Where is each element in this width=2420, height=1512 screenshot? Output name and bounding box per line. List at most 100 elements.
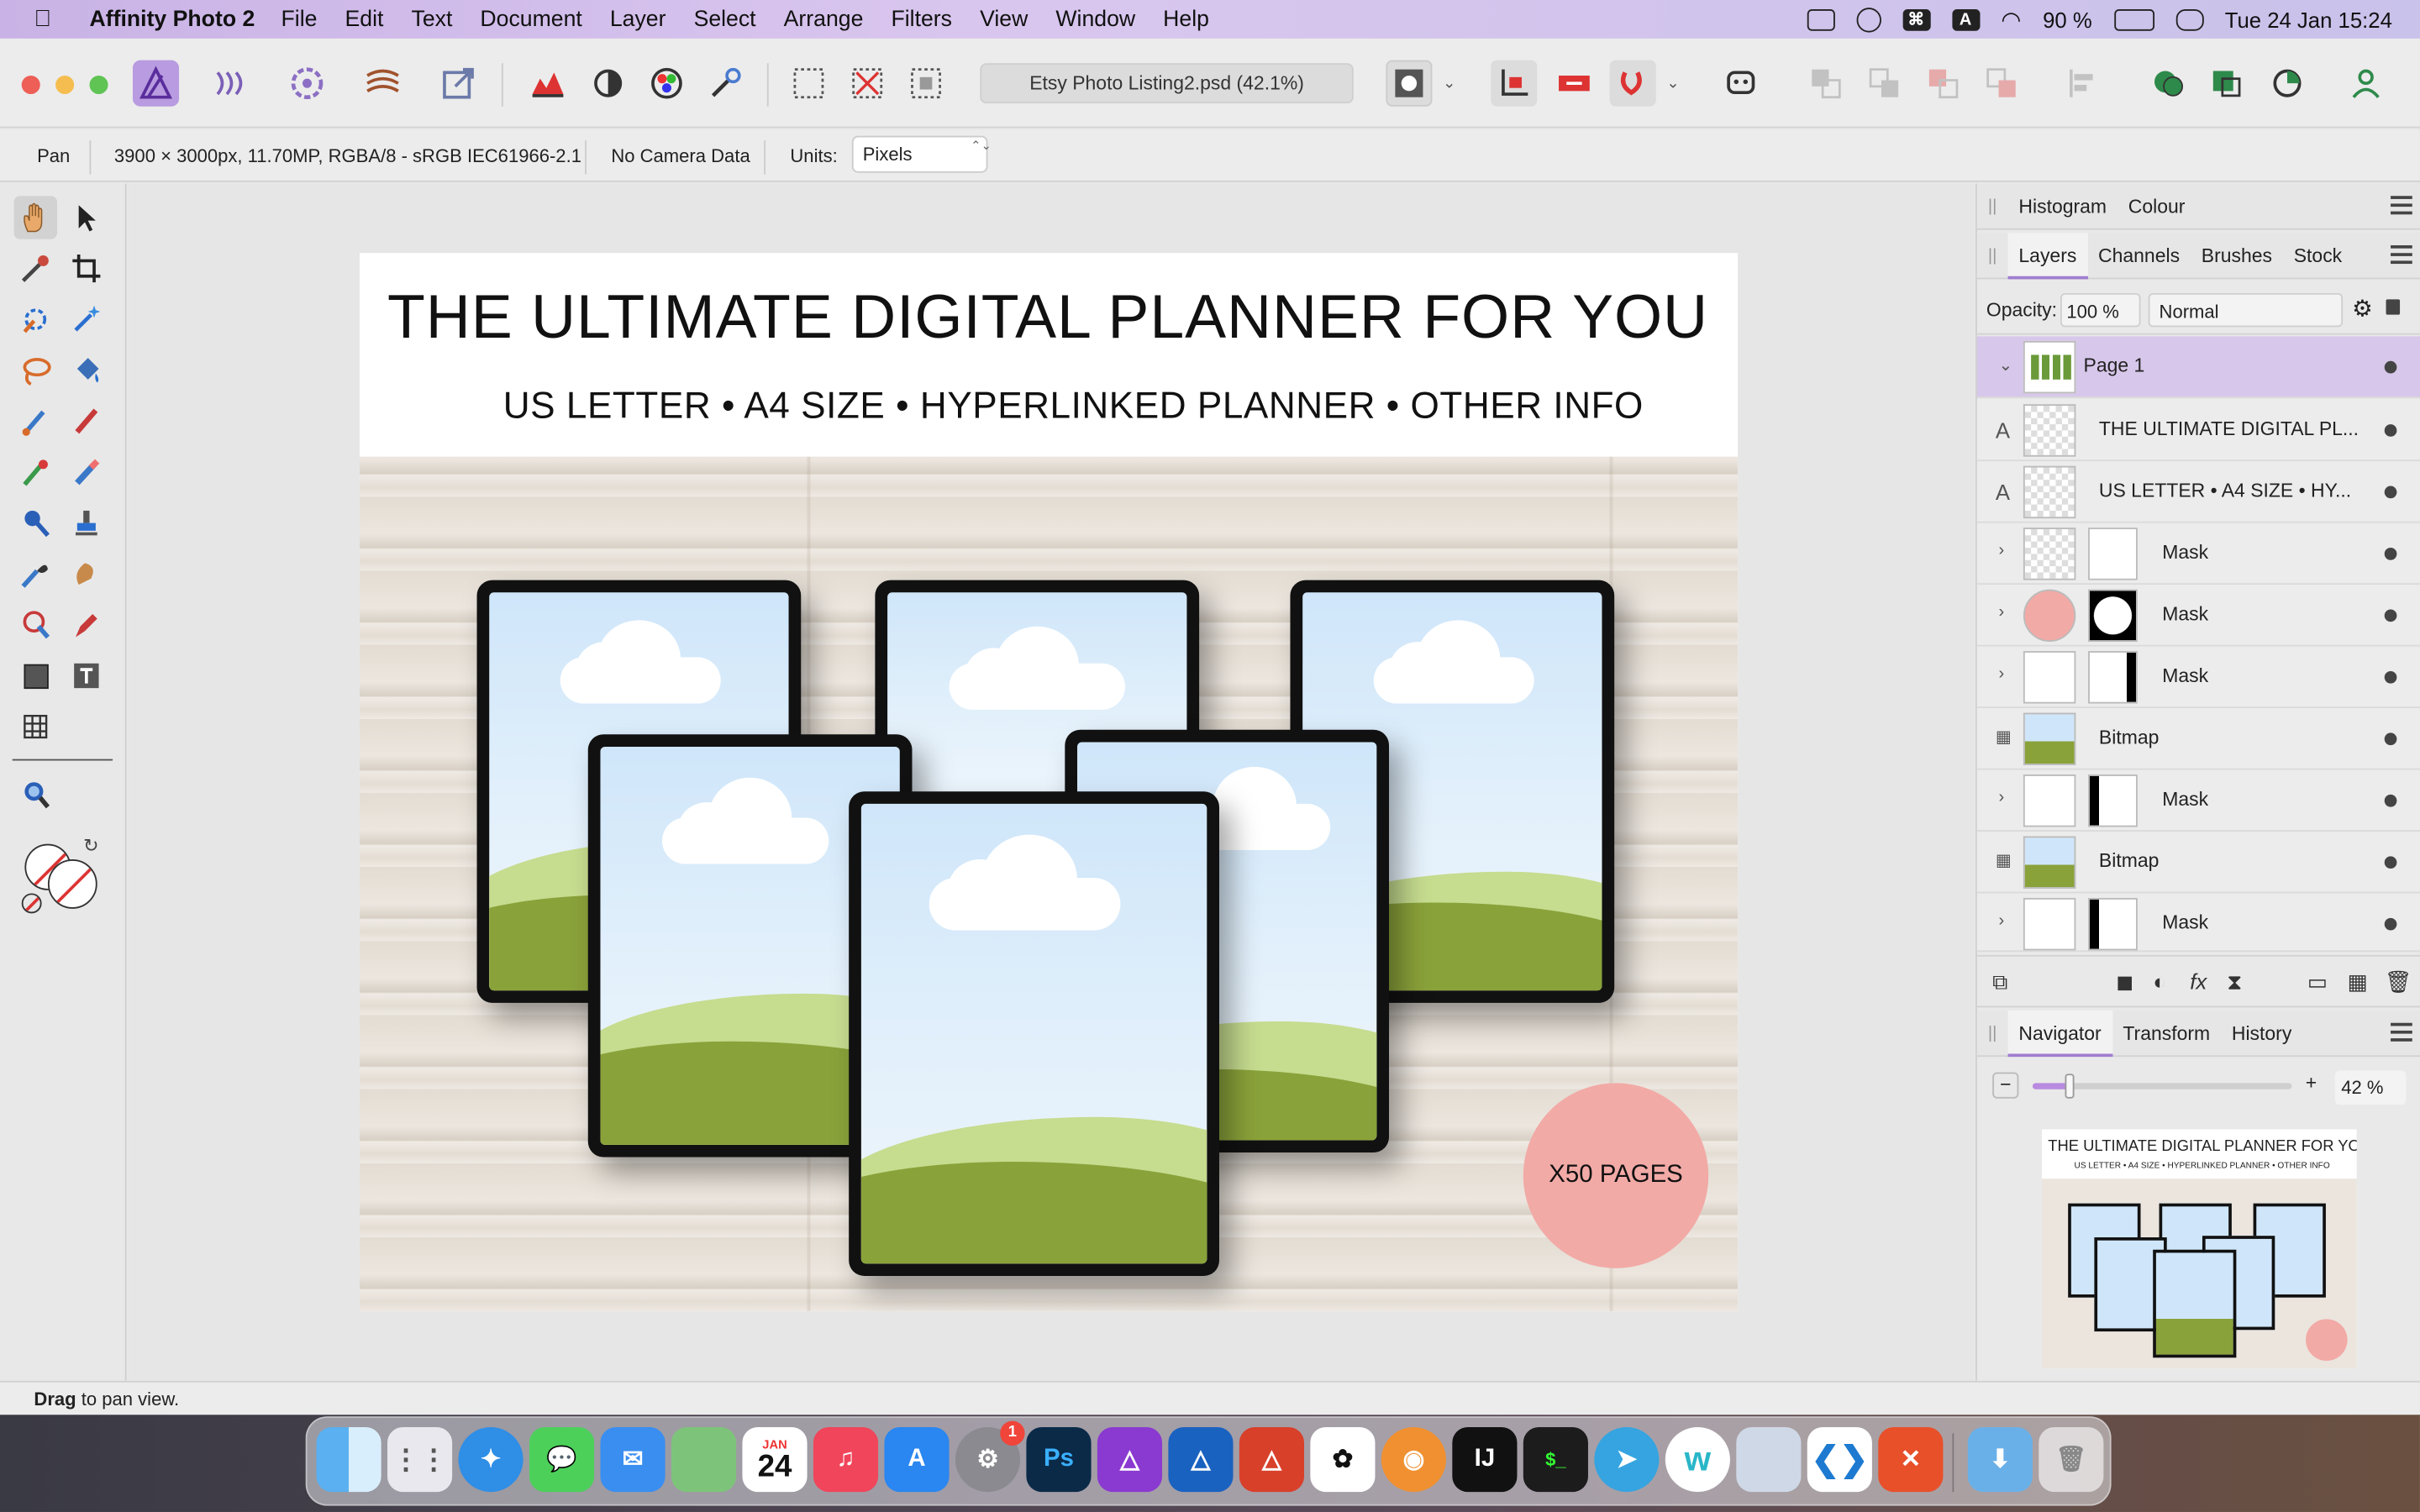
menu-layer[interactable]: Layer <box>610 7 666 31</box>
menu-text[interactable]: Text <box>412 7 453 31</box>
maximize-window-button[interactable] <box>89 75 108 95</box>
mesh-warp-tool-icon[interactable] <box>14 705 57 748</box>
crop-tool-icon[interactable] <box>65 247 108 290</box>
tab-histogram[interactable]: Histogram <box>2008 183 2118 229</box>
auto-contrast-icon[interactable] <box>585 60 631 107</box>
text-tool-icon[interactable] <box>65 654 108 697</box>
blend-mode-select[interactable]: Normal <box>2148 292 2344 328</box>
layer-row[interactable]: › Mask <box>1976 769 2420 832</box>
zoom-out-button[interactable]: − <box>1992 1072 2019 1099</box>
layer-row[interactable]: ▦ Bitmap <box>1976 708 2420 770</box>
auto-white-balance-icon[interactable] <box>702 60 749 107</box>
chatgpt-icon[interactable]: ✿ <box>1310 1426 1376 1493</box>
tab-navigator[interactable]: Navigator <box>2007 1010 2112 1057</box>
arrange-forward-icon[interactable] <box>1920 60 1966 107</box>
align-icon[interactable] <box>2060 60 2107 107</box>
app-menu[interactable]: Affinity Photo 2 <box>90 7 255 31</box>
boolean-add-icon[interactable] <box>2145 60 2191 107</box>
group-icon[interactable]: ▭ <box>2307 969 2328 995</box>
menu-help[interactable]: Help <box>1163 7 1209 31</box>
layer-duplicate-icon[interactable]: ⧉ <box>1992 969 2007 995</box>
music-icon[interactable]: ♫ <box>813 1426 879 1493</box>
remote-desktop-icon[interactable]: ✕ <box>1878 1426 1944 1493</box>
arrange-back-icon[interactable] <box>1802 60 1849 107</box>
live-filter-icon[interactable]: ⧗ <box>2227 969 2242 995</box>
visibility-dot[interactable] <box>2384 609 2397 622</box>
preview-icon[interactable] <box>1736 1426 1802 1493</box>
zoom-slider-knob[interactable] <box>2065 1074 2075 1099</box>
visibility-dot[interactable] <box>2384 794 2397 807</box>
tab-stock[interactable]: Stock <box>2283 232 2353 278</box>
no-colour-icon[interactable] <box>21 893 42 914</box>
export-persona-icon[interactable] <box>435 60 481 107</box>
layer-settings-icon[interactable]: ⚙ <box>2352 295 2373 323</box>
photoshop-icon[interactable]: Ps <box>1026 1426 1092 1493</box>
force-pixel-alignment-icon[interactable] <box>1551 60 1597 107</box>
zoom-tool-icon[interactable] <box>14 773 57 816</box>
flood-select-tool-icon[interactable] <box>65 297 108 340</box>
smudge-brush-tool-icon[interactable] <box>14 553 57 596</box>
boolean-intersect-icon[interactable] <box>2264 60 2310 107</box>
rectangle-tool-icon[interactable] <box>14 654 57 697</box>
background-colour-swatch[interactable] <box>47 859 97 909</box>
minimize-window-button[interactable] <box>55 75 75 95</box>
vscode-icon[interactable]: ❮❯ <box>1807 1426 1872 1493</box>
apple-menu-icon[interactable]:  <box>34 6 65 32</box>
invert-selection-icon[interactable] <box>902 60 949 107</box>
move-tool-icon[interactable] <box>65 196 108 239</box>
freehand-selection-tool-icon[interactable] <box>14 349 57 391</box>
tab-history[interactable]: History <box>2221 1010 2302 1056</box>
menu-select[interactable]: Select <box>694 7 756 31</box>
stamp-tool-icon[interactable] <box>65 501 108 544</box>
quick-mask-icon[interactable] <box>1386 60 1433 107</box>
layer-row[interactable]: › Mask <box>1976 585 2420 647</box>
affinity-publisher-icon[interactable]: △ <box>1239 1426 1305 1493</box>
visibility-dot[interactable] <box>2384 424 2397 437</box>
app-store-icon[interactable]: A <box>884 1426 950 1493</box>
lock-icon[interactable] <box>2386 299 2401 315</box>
snapping-dropdown[interactable]: ⌄ <box>1658 60 1689 107</box>
colour-picker-tool-icon[interactable] <box>14 247 57 290</box>
input-source-icon[interactable]: A <box>1951 8 1980 30</box>
tab-colour[interactable]: Colour <box>2118 183 2196 229</box>
layer-row[interactable]: › Mask <box>1976 893 2420 953</box>
boolean-subtract-icon[interactable] <box>2204 60 2250 107</box>
quick-mask-dropdown[interactable]: ⌄ <box>1434 60 1465 107</box>
fill-tool-icon[interactable] <box>65 349 108 391</box>
tone-mapping-persona-icon[interactable] <box>360 60 406 107</box>
telegram-icon[interactable]: ➤ <box>1594 1426 1660 1493</box>
document-canvas[interactable]: THE ULTIMATE DIGITAL PLANNER FOR YOU US … <box>359 253 1739 1312</box>
account-icon[interactable] <box>2343 60 2389 107</box>
command-icon[interactable]: ⌘ <box>1902 8 1930 30</box>
expand-icon[interactable]: › <box>1999 911 2005 930</box>
wifi-icon[interactable]: ◠ <box>2001 5 2021 33</box>
intellij-icon[interactable]: IJ <box>1452 1426 1518 1493</box>
menu-filters[interactable]: Filters <box>891 7 952 31</box>
snapping-magnet-icon[interactable] <box>1609 60 1656 107</box>
zoom-slider[interactable] <box>2032 1074 2292 1099</box>
clock[interactable]: Tue 24 Jan 15:24 <box>2225 7 2392 31</box>
visibility-dot[interactable] <box>2384 670 2397 684</box>
panel-menu-icon[interactable] <box>2391 196 2412 215</box>
affinity-designer-icon[interactable]: △ <box>1168 1426 1234 1493</box>
maps-icon[interactable] <box>671 1426 737 1493</box>
clone-brush-tool-icon[interactable] <box>14 450 57 493</box>
downloads-folder-icon[interactable]: ⬇ <box>1967 1426 2033 1493</box>
visibility-dot[interactable] <box>2384 486 2397 499</box>
pixel-layer-add-icon[interactable]: ▦ <box>2348 969 2368 995</box>
arrange-front-icon[interactable] <box>1979 60 2025 107</box>
finder-icon[interactable] <box>316 1426 381 1493</box>
messages-icon[interactable]: 💬 <box>529 1426 595 1493</box>
tab-layers[interactable]: Layers <box>2007 232 2088 279</box>
navigator-preview[interactable]: THE ULTIMATE DIGITAL PLANNER FOR YOU US … <box>2041 1129 2357 1369</box>
control-center-icon[interactable] <box>2175 8 2203 30</box>
webstorm-icon[interactable]: w <box>1665 1426 1730 1493</box>
photo-persona-icon[interactable] <box>132 60 180 107</box>
expand-icon[interactable]: › <box>1999 603 2005 622</box>
tab-channels[interactable]: Channels <box>2087 232 2191 278</box>
safari-icon[interactable]: ✦ <box>458 1426 523 1493</box>
dodge-brush-tool-icon[interactable] <box>14 501 57 544</box>
tab-transform[interactable]: Transform <box>2112 1010 2221 1056</box>
display-icon[interactable] <box>1806 8 1834 30</box>
menu-window[interactable]: Window <box>1055 7 1135 31</box>
